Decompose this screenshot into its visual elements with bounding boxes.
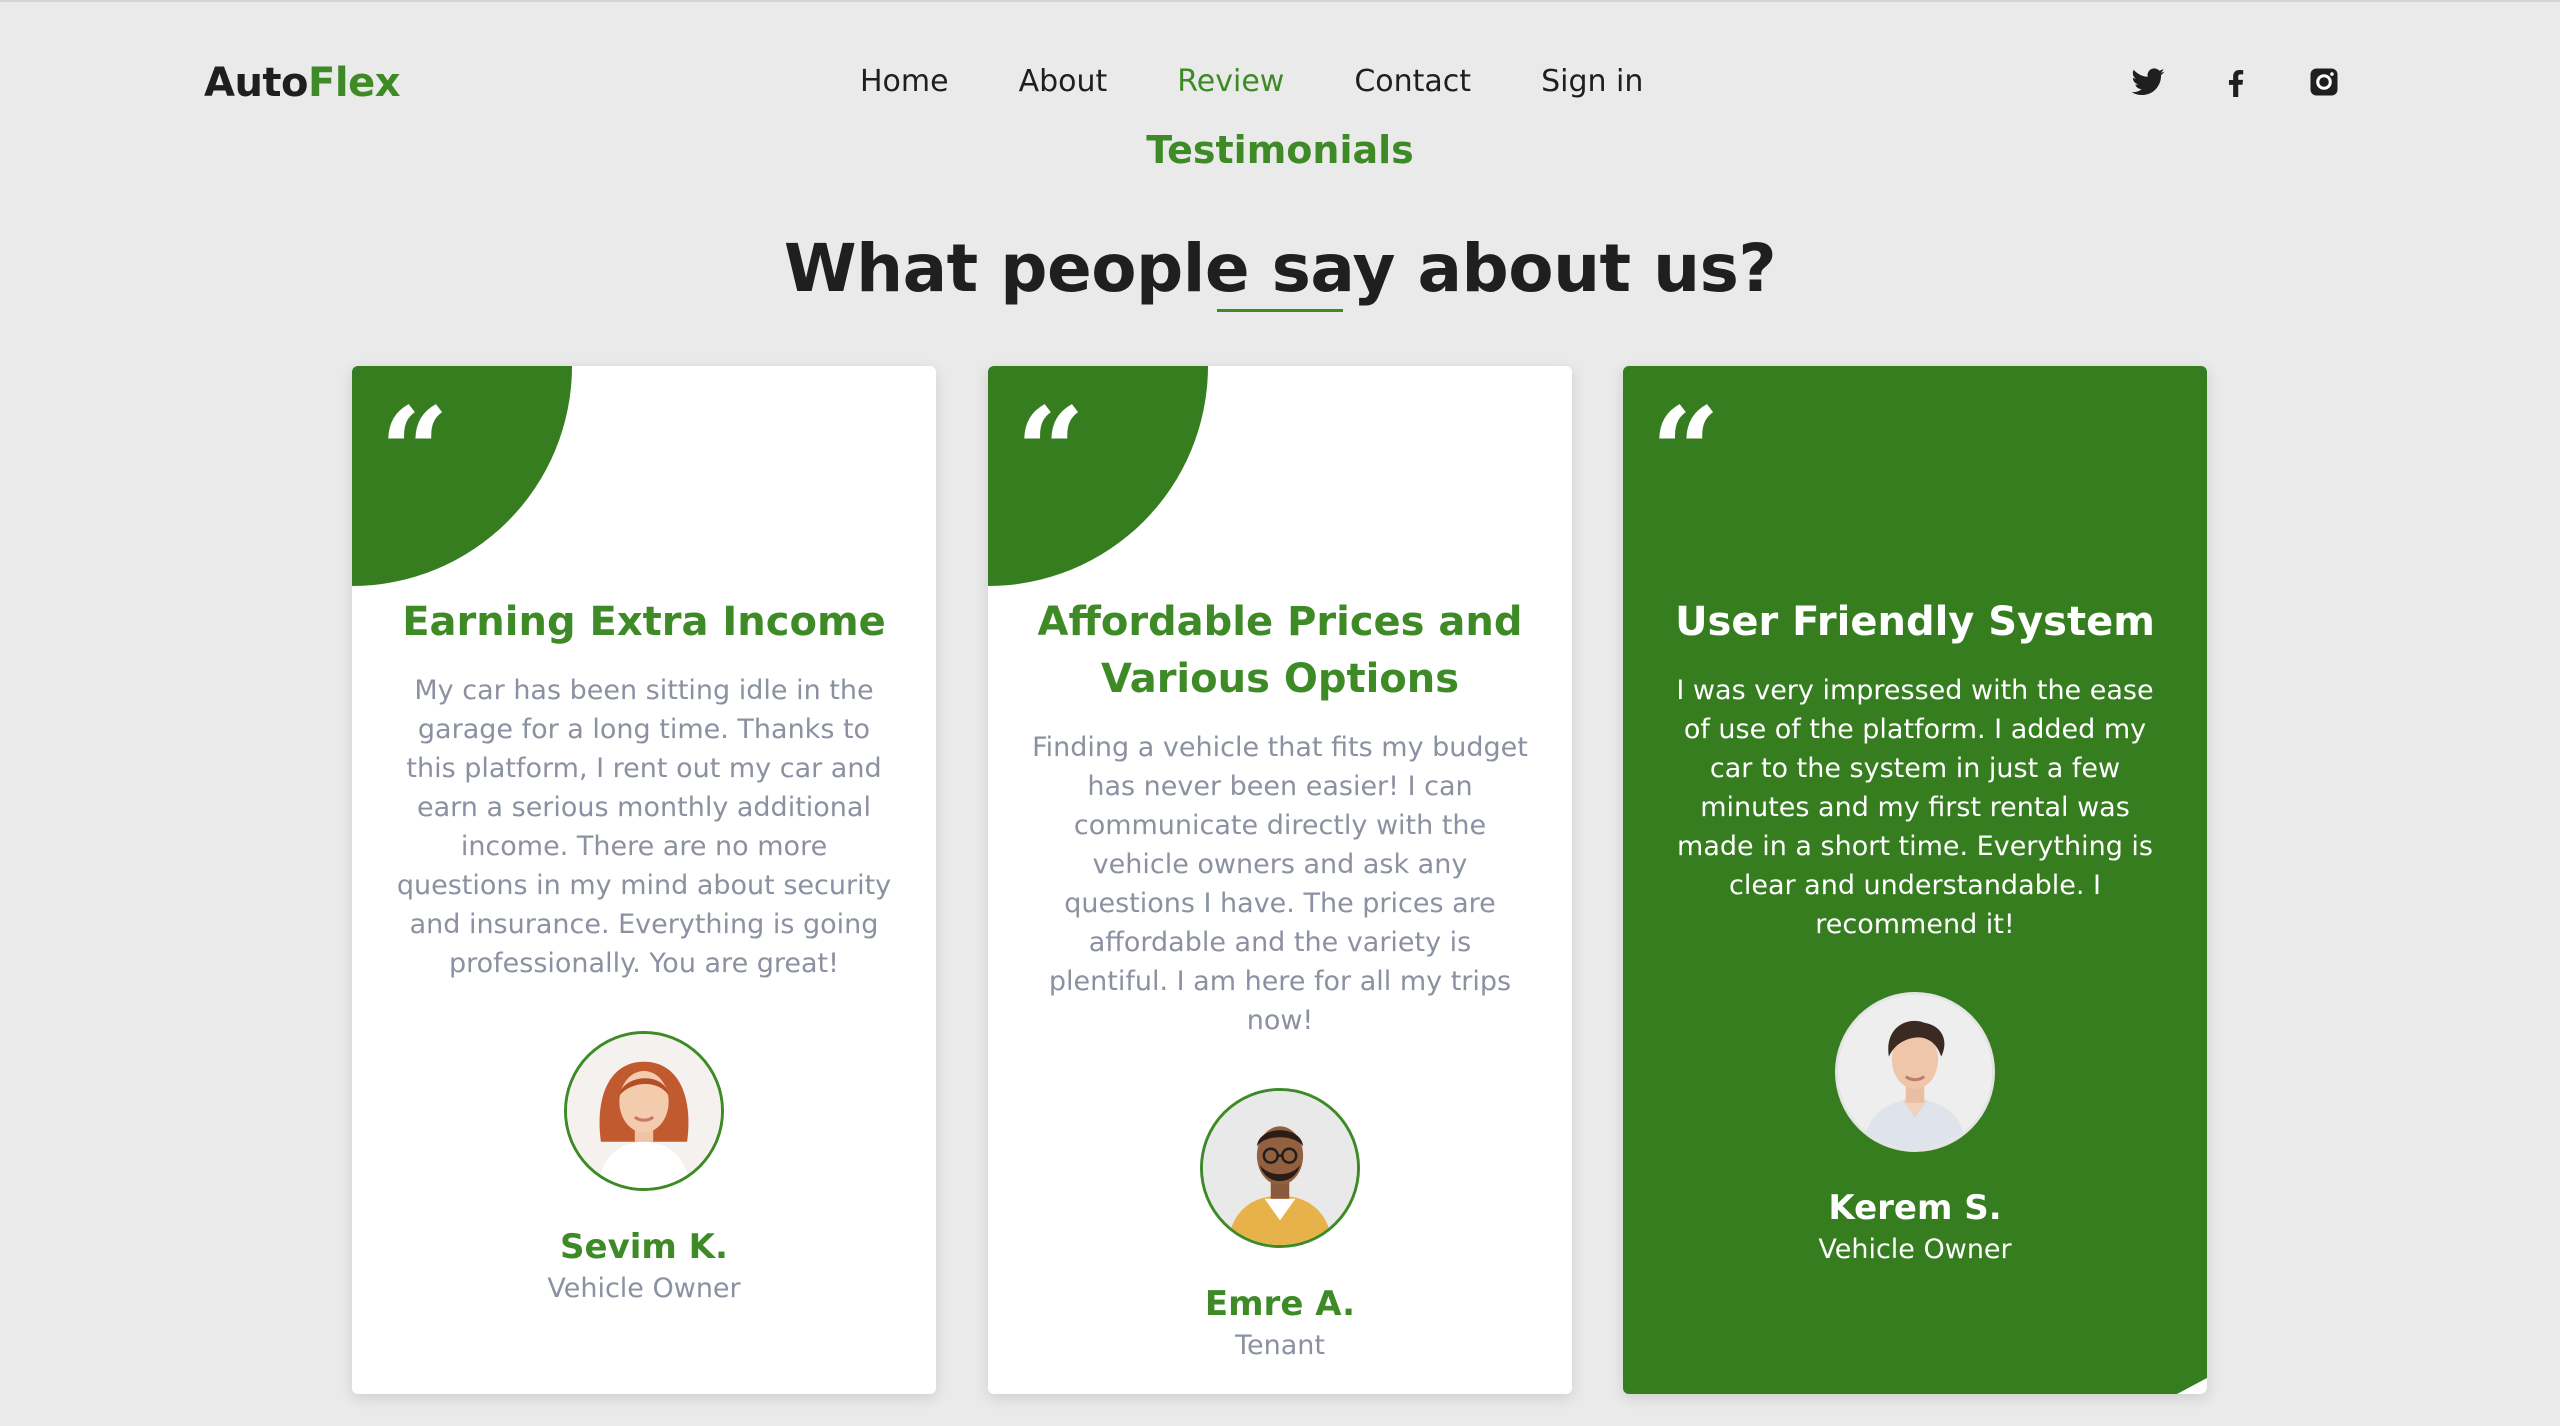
nav-home[interactable]: Home (860, 64, 949, 99)
brand-name-part2: Flex (308, 60, 401, 106)
facebook-icon[interactable] (2218, 64, 2254, 100)
card-title: User Friendly System (1675, 599, 2155, 645)
card-text: Finding a vehicle that fits my budget ha… (1032, 732, 1528, 1036)
testimonial-card: “ Earning Extra Income My car has been s… (352, 366, 936, 1394)
nav-about[interactable]: About (1019, 64, 1108, 99)
corner-curl (2177, 1378, 2207, 1394)
title-underline (1217, 309, 1343, 312)
social-links (2130, 64, 2342, 100)
person-role: Vehicle Owner (1818, 1234, 2012, 1265)
testimonial-card-highlighted: “ User Friendly System I was very impres… (1623, 366, 2207, 1394)
section-eyebrow: Testimonials (1146, 128, 1414, 172)
man-glasses-portrait-icon (1200, 1088, 1360, 1248)
quote-icon: “ (380, 381, 450, 522)
person-role: Tenant (1235, 1330, 1325, 1361)
woman-portrait-icon (564, 1031, 724, 1191)
card-title: Affordable Prices and Various Options (1037, 599, 1523, 702)
testimonials-page: AutoFlex Home About Review Contact Sign … (0, 0, 2560, 1426)
brand-name-part1: Auto (204, 60, 309, 106)
person-role: Vehicle Owner (547, 1273, 741, 1304)
testimonial-card: “ Affordable Prices and Various Options … (988, 366, 1572, 1394)
person-name: Emre A. (1204, 1284, 1356, 1324)
person-name: Sevim K. (560, 1227, 728, 1267)
card-text: I was very impressed with the ease of us… (1676, 675, 2154, 940)
brand-logo[interactable]: AutoFlex (204, 60, 401, 106)
card-text: My car has been sitting idle in the gara… (396, 675, 892, 979)
person-name: Kerem S. (1828, 1188, 2002, 1228)
instagram-icon[interactable] (2306, 64, 2342, 100)
quote-icon: “ (1651, 381, 1721, 522)
section-title: What people say about us? (783, 230, 1777, 307)
nav-contact[interactable]: Contact (1354, 64, 1471, 99)
card-title: Earning Extra Income (402, 599, 886, 645)
quote-icon: “ (1016, 381, 1086, 522)
main-nav: Home About Review Contact Sign in (860, 64, 1643, 99)
nav-sign-in[interactable]: Sign in (1541, 64, 1643, 99)
man-portrait-icon (1835, 992, 1995, 1152)
nav-review[interactable]: Review (1177, 64, 1284, 99)
twitter-icon[interactable] (2130, 64, 2166, 100)
